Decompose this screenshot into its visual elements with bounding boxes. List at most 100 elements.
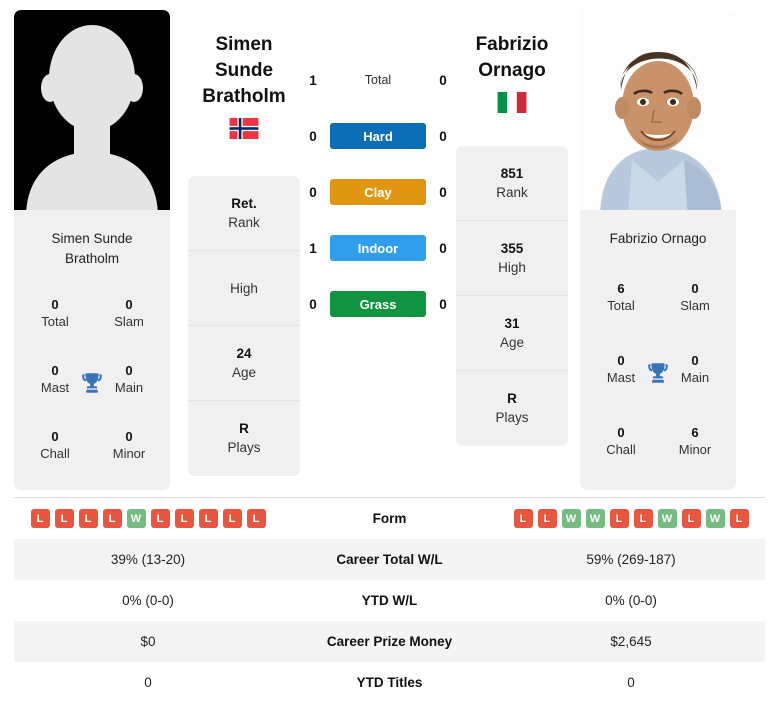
left-titles-chall-label: Chall bbox=[40, 445, 70, 461]
left-form-strip: LLLLWLLLLL bbox=[14, 509, 282, 528]
h2h-row-indoor: 1 Indoor 0 bbox=[300, 234, 456, 262]
right-plays-row: R Plays bbox=[456, 371, 568, 446]
left-name-part2: Bratholm bbox=[64, 251, 120, 266]
form-badge-loss[interactable]: L bbox=[102, 509, 122, 528]
left-titles-minor-label: Minor bbox=[112, 445, 146, 461]
form-badge-loss[interactable]: L bbox=[246, 509, 266, 528]
table-cell-left: 39% (13-20) bbox=[110, 552, 186, 567]
left-titles-total: 0 Total bbox=[18, 290, 92, 337]
right-bigname-part2: Ornago bbox=[478, 60, 546, 81]
left-titles-slam-label: Slam bbox=[114, 314, 144, 330]
h2h-row-grass: 0 Grass 0 bbox=[300, 290, 456, 318]
left-age-value: 24 bbox=[236, 345, 252, 361]
right-titles-total: 6 Total bbox=[584, 274, 658, 321]
right-titles-grid: 6 Total 0 Slam 0 Mast 0 Main 0 Chall 6 M… bbox=[580, 255, 736, 490]
trophy-icon bbox=[645, 360, 671, 386]
table-cell-right: LLWWLLWLWL bbox=[497, 509, 765, 528]
form-badge-loss[interactable]: L bbox=[150, 509, 170, 528]
h2h-left-score: 0 bbox=[309, 184, 317, 200]
h2h-right-score: 0 bbox=[439, 128, 447, 144]
table-cell-right: 59% (269-187) bbox=[586, 552, 676, 567]
left-titles-chall-value: 0 bbox=[51, 428, 59, 444]
form-badge-win[interactable]: W bbox=[705, 509, 725, 528]
table-row: 0 YTD Titles 0 bbox=[14, 662, 765, 703]
comparison-stats-table: L L L L W L L L L L Form L L W W L L W L W L 39% (13-20) Caree… bbox=[14, 498, 765, 703]
right-age-row: 31 Age bbox=[456, 296, 568, 371]
form-badge-loss[interactable]: L bbox=[222, 509, 242, 528]
right-titles-chall-value: 0 bbox=[617, 425, 625, 441]
left-titles-total-label: Total bbox=[41, 314, 69, 330]
left-player-name-small: Simen Sunde Bratholm bbox=[14, 217, 170, 275]
right-titles-minor-label: Minor bbox=[678, 442, 712, 458]
right-age-label: Age bbox=[499, 334, 525, 350]
form-badge-loss[interactable]: L bbox=[198, 509, 218, 528]
left-player-column: Simen Sunde Bratholm 0 Total 0 Slam 0 Ma… bbox=[14, 10, 170, 497]
right-player-name-small: Fabrizio Ornago bbox=[609, 231, 707, 246]
left-titles-grid: 0 Total 0 Slam 0 Mast 0 Main 0 Chall 0 M… bbox=[14, 275, 170, 490]
right-rank-label: Rank bbox=[496, 184, 528, 200]
right-player-photo bbox=[580, 10, 736, 217]
h2h-left-score: 0 bbox=[309, 296, 317, 312]
right-player-column: Fabrizio Ornago 6 Total 0 Slam 0 Mast 0 … bbox=[580, 10, 736, 497]
h2h-right-score: 0 bbox=[439, 240, 447, 256]
left-age-label: Age bbox=[231, 364, 257, 380]
right-form-strip: LLWWLLWLWL bbox=[497, 509, 765, 528]
left-plays-value: R bbox=[239, 421, 249, 436]
table-cell-left: LLLLWLLLLL bbox=[14, 509, 282, 528]
form-badge-loss[interactable]: L bbox=[681, 509, 701, 528]
table-cell-left: 0% (0-0) bbox=[122, 593, 174, 608]
right-titles-chall-label: Chall bbox=[606, 442, 636, 458]
h2h-row-clay: 0 Clay 0 bbox=[300, 178, 456, 206]
player-comparison-page: Simen Sunde Bratholm 0 Total 0 Slam 0 Ma… bbox=[0, 0, 779, 719]
table-row: L L L L W L L L L L Form L L W W L L W L W L bbox=[14, 498, 765, 539]
h2h-surface-label-clay: Clay bbox=[330, 179, 426, 205]
right-age-value: 31 bbox=[504, 315, 520, 331]
left-name-part1: Simen Sunde bbox=[51, 231, 133, 246]
form-badge-loss[interactable]: L bbox=[609, 509, 629, 528]
right-titles-slam: 0 Slam bbox=[658, 274, 732, 321]
form-badge-loss[interactable]: L bbox=[537, 509, 557, 528]
form-badge-loss[interactable]: L bbox=[78, 509, 98, 528]
h2h-surface-label-total: Total bbox=[364, 73, 392, 87]
h2h-right-score: 0 bbox=[439, 296, 447, 312]
right-rank-row: 851 Rank bbox=[456, 146, 568, 221]
table-row-label: Form bbox=[372, 511, 407, 526]
right-plays-label: Plays bbox=[495, 410, 529, 425]
right-titles-total-label: Total bbox=[607, 297, 635, 313]
left-bigname-part2: Bratholm bbox=[202, 86, 286, 107]
table-cell-right: 0% (0-0) bbox=[605, 593, 657, 608]
italy-flag-icon bbox=[497, 92, 527, 113]
form-badge-loss[interactable]: L bbox=[513, 509, 533, 528]
h2h-right-score: 0 bbox=[439, 184, 447, 200]
form-badge-loss[interactable]: L bbox=[30, 509, 50, 528]
left-titles-minor-value: 0 bbox=[125, 428, 133, 444]
form-badge-win[interactable]: W bbox=[561, 509, 581, 528]
h2h-surface-label-hard: Hard bbox=[330, 123, 426, 149]
form-badge-loss[interactable]: L bbox=[54, 509, 74, 528]
h2h-left-score: 1 bbox=[309, 240, 317, 256]
form-badge-win[interactable]: W bbox=[657, 509, 677, 528]
left-high-row: High bbox=[188, 251, 300, 326]
left-player-photo bbox=[14, 10, 170, 217]
right-player-header: Fabrizio Ornago bbox=[456, 10, 568, 146]
left-rank-card: Ret. Rank High 24 Age R Plays bbox=[188, 176, 300, 476]
form-badge-win[interactable]: W bbox=[126, 509, 146, 528]
left-plays-row: R Plays bbox=[188, 401, 300, 476]
h2h-row-hard: 0 Hard 0 bbox=[300, 122, 456, 150]
left-bigname-part1: Simen Sunde bbox=[214, 34, 274, 81]
table-row-label: YTD Titles bbox=[356, 675, 423, 690]
table-row-label: YTD W/L bbox=[361, 593, 418, 608]
right-bigname-part1: Fabrizio bbox=[475, 34, 549, 55]
form-badge-loss[interactable]: L bbox=[729, 509, 749, 528]
left-player-header: Simen Sunde Bratholm bbox=[188, 10, 300, 146]
table-row: 0% (0-0) YTD W/L 0% (0-0) bbox=[14, 580, 765, 621]
h2h-left-score: 1 bbox=[309, 72, 317, 88]
form-badge-loss[interactable]: L bbox=[633, 509, 653, 528]
right-titles-minor: 6 Minor bbox=[658, 418, 732, 465]
h2h-right-score: 0 bbox=[439, 72, 447, 88]
table-cell-right: 0 bbox=[627, 675, 635, 690]
form-badge-loss[interactable]: L bbox=[174, 509, 194, 528]
left-stats-column: Simen Sunde Bratholm Ret. Rank High 24 A… bbox=[188, 10, 300, 497]
left-titles-slam: 0 Slam bbox=[92, 290, 166, 337]
form-badge-win[interactable]: W bbox=[585, 509, 605, 528]
